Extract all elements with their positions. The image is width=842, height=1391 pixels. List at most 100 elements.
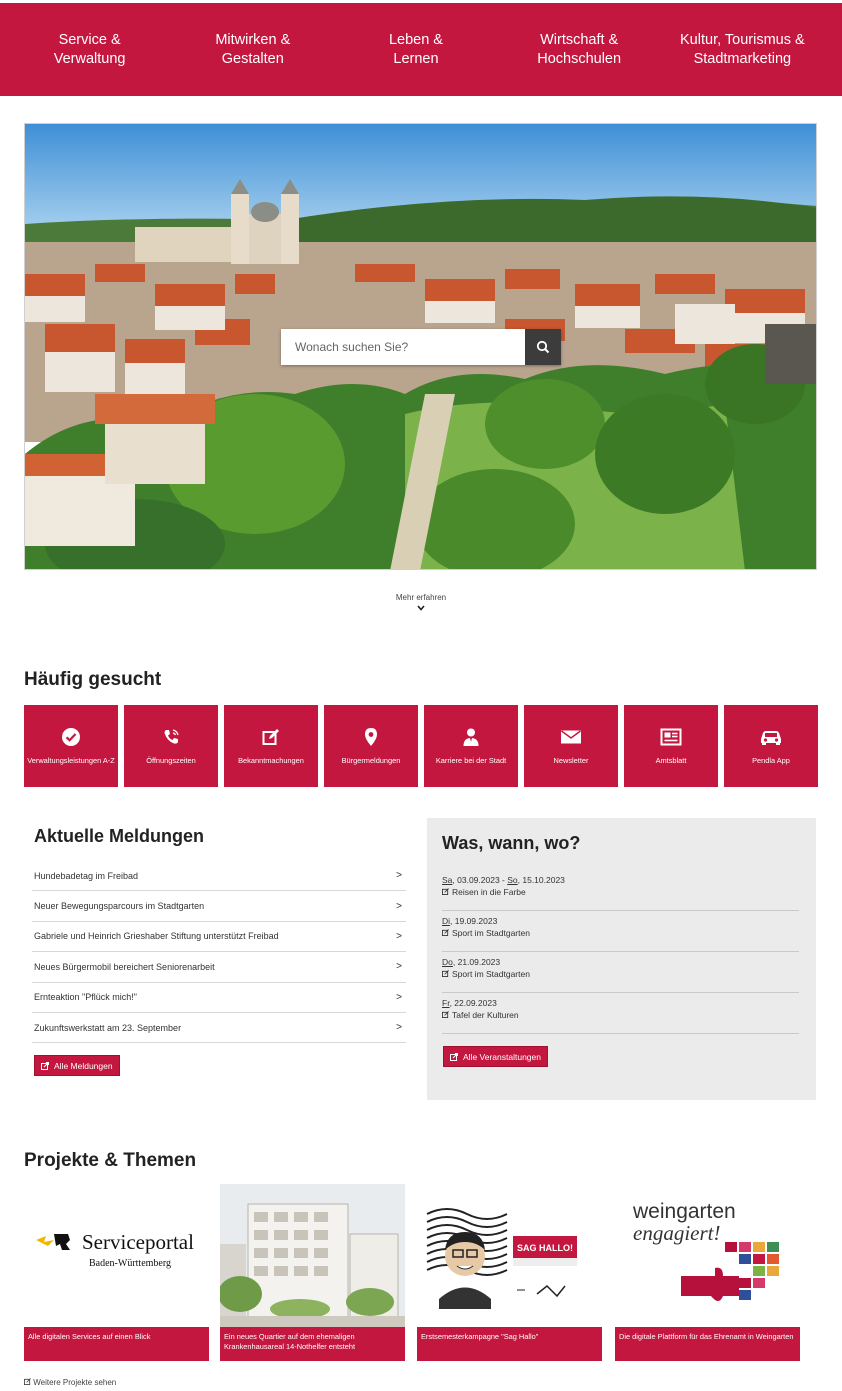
nav-label-line2: Stadtmarketing: [693, 50, 792, 67]
event-date-value: , 03.09.2023: [452, 875, 500, 885]
tile-label: Bekanntmachungen: [238, 756, 304, 765]
quarter-rendering-image: [220, 1184, 405, 1327]
tile-bekanntmachungen[interactable]: Bekanntmachungen: [224, 705, 318, 787]
nav-item-mitwirken-gestalten[interactable]: Mitwirken & Gestalten: [178, 31, 328, 69]
project-card-serviceportal[interactable]: Serviceportal Baden-Württemberg Alle dig…: [24, 1184, 209, 1361]
chevron-right-icon: >: [396, 870, 402, 882]
envelope-icon: [561, 730, 581, 744]
external-link-icon: [41, 1061, 49, 1070]
news-item[interactable]: Gabriele und Heinrich Grieshaber Stiftun…: [32, 922, 406, 953]
tile-buergermeldungen[interactable]: Bürgermeldungen: [324, 705, 418, 787]
news-item[interactable]: Ernteaktion "Pflück mich!" >: [32, 983, 406, 1013]
tile-label: Karriere bei der Stadt: [435, 756, 507, 765]
sag-hallo-campaign-image: SAG HALLO!: [417, 1184, 602, 1327]
events-section-title: Was, wann, wo?: [442, 833, 581, 853]
chevron-right-icon: >: [396, 900, 402, 912]
chevron-down-icon: [417, 605, 425, 611]
news-item-title: Hundebadetag im Freibad: [34, 870, 139, 881]
frequent-section-title: Häufig gesucht: [24, 669, 162, 690]
search-icon: [536, 340, 550, 354]
tile-label: Öffnungszeiten: [146, 756, 196, 765]
link-icon: [442, 970, 449, 977]
serviceportal-logo: Serviceportal Baden-Württemberg: [24, 1184, 209, 1327]
all-events-button[interactable]: Alle Veranstaltungen: [443, 1046, 548, 1067]
tile-label: Pendla App: [752, 756, 790, 765]
tile-label: Newsletter: [553, 756, 589, 765]
serviceportal-logo-text: Serviceportal: [82, 1230, 194, 1254]
tile-label: Bürgermeldungen: [341, 756, 401, 765]
nav-label-line1: Mitwirken &: [215, 31, 291, 48]
all-news-button[interactable]: Alle Meldungen: [34, 1055, 120, 1076]
project-caption: Erstsemesterkampagne "Sag Hallo": [417, 1327, 602, 1361]
tile-karriere[interactable]: Karriere bei der Stadt: [424, 705, 518, 787]
event-weekday: Di: [442, 916, 451, 926]
chevron-right-icon: >: [396, 1022, 402, 1034]
event-date-value: , 22.09.2023: [449, 998, 497, 1008]
event-title: Sport im Stadtgarten: [452, 928, 530, 938]
nav-item-service-verwaltung[interactable]: Service & Verwaltung: [15, 31, 165, 69]
news-item[interactable]: Zukunftswerkstatt am 23. September >: [32, 1013, 406, 1044]
project-card-quartier[interactable]: Ein neues Quartier auf dem ehemaligen Kr…: [220, 1184, 405, 1361]
nav-label-line1: Service &: [58, 31, 121, 48]
link-icon: [442, 888, 449, 895]
news-item[interactable]: Neuer Bewegungsparcours im Stadtgarten >: [32, 891, 406, 922]
tile-oeffnungszeiten[interactable]: Öffnungszeiten: [124, 705, 218, 787]
event-weekday: Fr: [442, 998, 450, 1008]
event-item[interactable]: Do, 21.09.2023 Sport im Stadtgarten: [442, 952, 799, 993]
tile-label: Amtsblatt: [655, 756, 687, 765]
link-icon: [442, 1011, 449, 1018]
news-list: Hundebadetag im Freibad > Neuer Bewegungs…: [32, 861, 406, 1044]
edit-icon: [262, 729, 279, 745]
tile-verwaltungsleistungen[interactable]: Verwaltungsleistungen A-Z: [24, 705, 118, 787]
event-title: Reisen in die Farbe: [452, 887, 526, 897]
event-date-value: , 21.09.2023: [452, 957, 501, 967]
person-icon: [463, 728, 479, 746]
tile-amtsblatt[interactable]: Amtsblatt: [624, 705, 718, 787]
check-circle-icon: [62, 728, 80, 746]
nav-item-kultur-tourismus[interactable]: Kultur, Tourismus & Stadtmarketing: [667, 31, 817, 69]
event-item[interactable]: Di, 19.09.2023 Sport im Stadtgarten: [442, 911, 799, 952]
more-projects-label: Weitere Projekte sehen: [33, 1378, 117, 1387]
event-title: Sport im Stadtgarten: [452, 969, 530, 979]
hero-banner: [24, 123, 817, 570]
more-info-link[interactable]: Mehr erfahren: [0, 593, 842, 611]
news-item[interactable]: Hundebadetag im Freibad >: [32, 861, 406, 892]
car-icon: [761, 731, 781, 745]
newspaper-icon: [660, 728, 682, 746]
nav-label-line2: Hochschulen: [537, 50, 622, 67]
phone-icon: [164, 729, 179, 744]
project-card-weingarten-engagiert[interactable]: weingarten engagiert! Die digitale Platt…: [615, 1184, 800, 1361]
event-date: Do, 21.09.2023: [442, 957, 799, 967]
news-section-title: Aktuelle Meldungen: [34, 826, 205, 846]
project-caption: Die digitale Plattform für das Ehrenamt …: [615, 1327, 800, 1361]
event-date-value: , 19.09.2023: [450, 916, 498, 926]
all-events-label: Alle Veranstaltungen: [463, 1051, 541, 1062]
tile-pendla-app[interactable]: Pendla App: [724, 705, 818, 787]
nav-label-line1: Leben &: [388, 31, 443, 48]
nav-item-wirtschaft-hochschulen[interactable]: Wirtschaft & Hochschulen: [504, 31, 654, 69]
more-projects-link[interactable]: Weitere Projekte sehen: [24, 1378, 116, 1387]
event-weekday: Sa: [442, 875, 453, 885]
chevron-right-icon: >: [396, 991, 402, 1003]
search-bar: [281, 329, 561, 365]
more-info-label: Mehr erfahren: [395, 593, 447, 602]
event-title: Tafel der Kulturen: [452, 1010, 519, 1020]
event-date-value: , 15.10.2023: [517, 875, 565, 885]
tile-newsletter[interactable]: Newsletter: [524, 705, 618, 787]
event-item[interactable]: Sa, 03.09.2023 - So, 15.10.2023 Reisen i…: [442, 870, 799, 911]
event-date: Sa, 03.09.2023 - So, 15.10.2023: [442, 875, 799, 885]
nav-label-line2: Gestalten: [221, 50, 284, 67]
event-item[interactable]: Fr, 22.09.2023 Tafel der Kulturen: [442, 993, 799, 1034]
search-input[interactable]: [281, 329, 525, 365]
sag-hallo-badge: SAG HALLO!: [517, 1243, 573, 1253]
project-card-sag-hallo[interactable]: SAG HALLO! Erstsemesterkampagne "Sag Hal…: [417, 1184, 602, 1361]
chevron-right-icon: >: [396, 961, 402, 973]
nav-item-leben-lernen[interactable]: Leben & Lernen: [341, 31, 491, 69]
news-item[interactable]: Neues Bürgermobil bereichert Seniorenarb…: [32, 952, 406, 983]
news-item-title: Neuer Bewegungsparcours im Stadtgarten: [34, 901, 205, 912]
news-item-title: Neues Bürgermobil bereichert Seniorenarb…: [34, 961, 215, 972]
link-icon: [442, 929, 449, 936]
project-caption: Ein neues Quartier auf dem ehemaligen Kr…: [220, 1327, 405, 1361]
chevron-right-icon: >: [396, 930, 402, 942]
search-button[interactable]: [525, 329, 561, 365]
